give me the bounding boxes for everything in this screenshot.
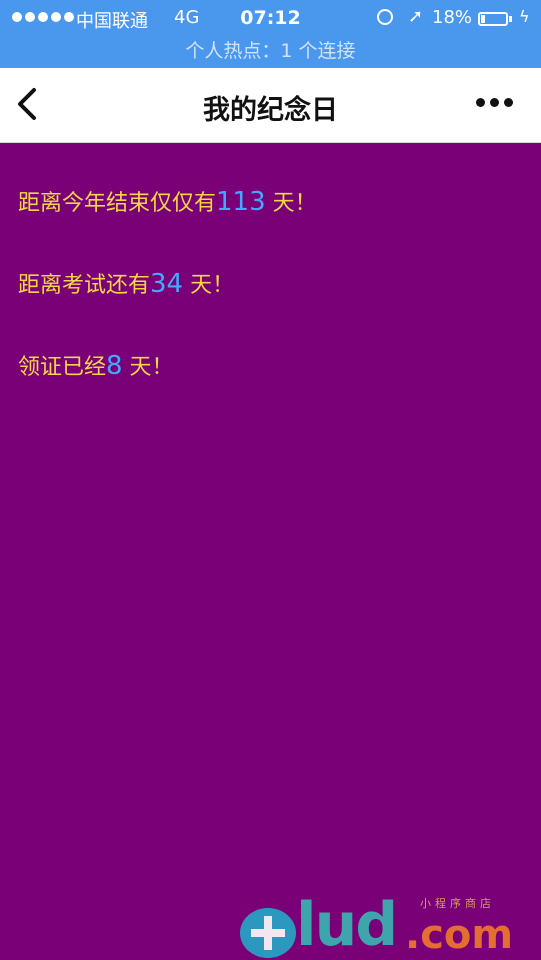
anniversary-item: 距离考试还有34 天！ [18,267,234,299]
battery-tip [509,16,512,22]
location-arrow-icon: ➚ [408,6,424,27]
watermark-logo: lud 小程序商店 .com [240,890,541,960]
item-days: 8 [106,351,123,381]
anniversary-item: 领证已经8 天！ [18,349,174,381]
watermark-brand: lud [296,890,398,960]
battery-icon [478,12,508,26]
item-suffix: 天！ [183,273,235,298]
battery-percent: 18% [432,7,473,28]
watermark-tld: .com [405,912,514,958]
item-days: 113 [216,187,266,217]
page-title: 我的纪念日 [203,95,338,126]
anniversary-item: 距离今年结束仅仅有113 天！ [18,185,317,217]
item-suffix: 天！ [122,355,174,380]
watermark-tagline: 小程序商店 [420,897,495,910]
more-dots-icon [476,98,485,107]
more-button[interactable] [476,98,513,107]
nav-bar: 我的纪念日 [0,68,541,143]
charging-bolt-icon: ϟ [519,7,530,26]
rotation-lock-icon [377,9,393,25]
item-suffix: 天！ [265,191,317,216]
item-prefix: 领证已经 [18,355,107,380]
watermark-plus-icon [240,908,296,958]
anniversary-list: 距离今年结束仅仅有113 天！ 距离考试还有34 天！ 领证已经8 天！ [0,143,541,960]
hotspot-banner[interactable]: 个人热点：1 个连接 [0,36,541,63]
item-days: 34 [150,269,184,299]
item-prefix: 距离考试还有 [18,273,151,298]
status-bar: 中国联通 4G 07:12 ➚ 18% ϟ 个人热点：1 个连接 [0,0,541,68]
item-prefix: 距离今年结束仅仅有 [18,191,217,216]
